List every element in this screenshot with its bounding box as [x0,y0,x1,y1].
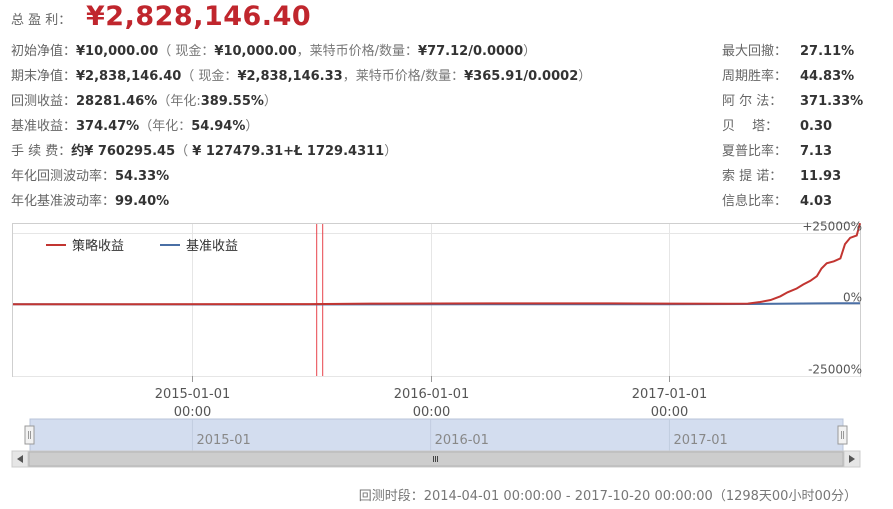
y-tick-label: -25000% [808,363,862,377]
navigator-label: 2017-01 [673,433,727,448]
x-tick-label-time: 00:00 [413,405,450,420]
navigator-left-handle[interactable] [24,425,35,445]
plot-frame [12,223,861,377]
x-tick-label: 2016-01-01 [394,387,470,402]
navigator-right-handle[interactable] [837,425,848,445]
series-layer [12,222,861,306]
date-marker[interactable] [316,224,324,376]
x-tick-label: 2017-01-01 [632,387,708,402]
x-tick-label-time: 00:00 [174,405,211,420]
navigator-label: 2016-01 [435,433,489,448]
legend[interactable]: 策略收益 基准收益 [46,238,238,254]
legend-label-strategy[interactable]: 策略收益 [72,238,124,254]
y-tick-labels: +25000% 0% -25000% [802,220,862,377]
x-tick-label: 2015-01-01 [155,387,231,402]
x-tick-label-time: 00:00 [651,405,688,420]
y-tick-label: +25000% [802,220,862,234]
y-tick-label: 0% [843,291,862,305]
returns-chart[interactable]: +25000% 0% -25000% 2015-01-01 00:00 2016-01-… [0,0,893,509]
navigator-label: 2015-01 [196,433,250,448]
x-tick-labels: 2015-01-01 00:00 2016-01-01 00:00 2017-01-01… [155,376,708,420]
x-grid [192,224,670,376]
backtest-period: 回测时段：2014-04-01 00:00:00 - 2017-10-20 00… [358,489,857,504]
range-navigator[interactable]: 2015-01 2016-01 2017-01 [24,418,848,452]
legend-label-benchmark[interactable]: 基准收益 [186,239,238,254]
series-line-strategy[interactable] [12,222,861,306]
scrollbar[interactable] [11,450,861,468]
